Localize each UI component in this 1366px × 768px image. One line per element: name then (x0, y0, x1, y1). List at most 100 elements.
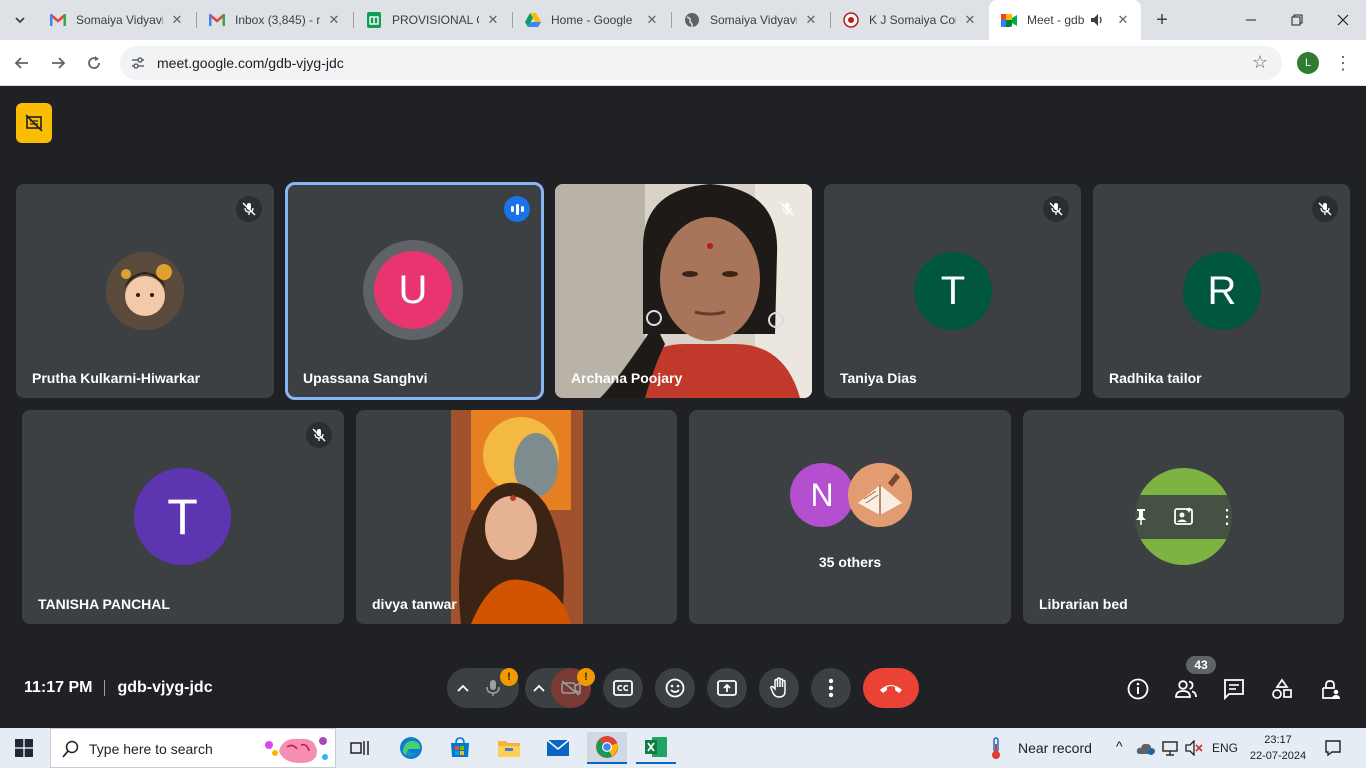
show-hidden-icons-chevron-icon[interactable]: ^ (1116, 738, 1123, 754)
captions-button[interactable] (603, 668, 643, 708)
reload-button[interactable] (82, 51, 106, 75)
address-bar[interactable]: meet.google.com/gdb-vjyg-jdc ☆ (120, 46, 1282, 80)
participant-video-tile[interactable]: divya tanwar (356, 410, 677, 624)
back-button[interactable] (10, 51, 34, 75)
close-tab-icon[interactable]: ✕ (169, 12, 185, 28)
frame-person-icon[interactable] (1172, 503, 1196, 531)
drive-icon (525, 12, 541, 28)
browser-tab-2[interactable]: Inbox (3,845) - n ✕ (197, 0, 352, 40)
mic-warning-badge: ! (500, 668, 518, 686)
search-placeholder: Type here to search (89, 741, 213, 757)
volume-muted-icon[interactable] (1182, 732, 1206, 764)
task-view-button[interactable] (340, 732, 380, 764)
participant-name: Radhika tailor (1109, 370, 1202, 386)
forward-button[interactable] (46, 51, 70, 75)
start-button[interactable] (0, 728, 48, 768)
hand-icon (770, 677, 786, 698)
browser-tab-6[interactable]: K J Somaiya Coll ✕ (831, 0, 988, 40)
avatar-initial: U (374, 251, 452, 329)
browser-tab-5[interactable]: Somaiya Vidyavi ✕ (672, 0, 829, 40)
browser-tab-1[interactable]: Somaiya Vidyavi ✕ (38, 0, 195, 40)
network-icon[interactable] (1158, 732, 1182, 764)
audio-playing-icon[interactable] (1089, 12, 1105, 28)
minimize-button[interactable] (1228, 0, 1274, 40)
participant-tile[interactable]: R Radhika tailor (1093, 184, 1350, 398)
participant-tile[interactable]: ⋮ Librarian bed (1023, 410, 1344, 624)
people-icon (1175, 680, 1197, 698)
close-tab-icon[interactable]: ✕ (803, 12, 819, 28)
windows-taskbar: Type here to search Near record ^ ENG 23… (0, 728, 1366, 768)
people-button[interactable] (1173, 676, 1199, 702)
tile-hover-controls: ⋮ (1119, 495, 1249, 539)
close-tab-icon[interactable]: ✕ (1115, 12, 1131, 28)
pin-icon[interactable] (1129, 505, 1153, 529)
emoji-reaction-button[interactable] (655, 668, 695, 708)
weather-text[interactable]: Near record (1018, 740, 1092, 756)
browser-tab-7-active[interactable]: Meet - gdb- ✕ (989, 0, 1141, 40)
close-window-button[interactable] (1320, 0, 1366, 40)
profile-avatar[interactable]: L (1297, 52, 1319, 74)
college-icon (843, 12, 859, 28)
profile-photo-avatar (848, 463, 912, 527)
meeting-details-button[interactable] (1125, 676, 1151, 702)
leave-call-button[interactable] (863, 668, 919, 708)
input-language[interactable]: ENG (1212, 741, 1238, 755)
restore-button[interactable] (1274, 0, 1320, 40)
system-clock[interactable]: 23:17 22-07-2024 (1248, 732, 1308, 764)
audio-settings-chevron-icon[interactable] (455, 678, 471, 698)
bookmark-star-icon[interactable]: ☆ (1252, 52, 1268, 73)
mail-taskbar-button[interactable] (538, 732, 578, 764)
meeting-time: 11:17 PM (24, 679, 93, 696)
host-controls-badge[interactable] (16, 103, 52, 143)
participant-name: Upassana Sanghvi (303, 370, 428, 386)
others-tile[interactable]: N 35 others (689, 410, 1011, 624)
weather-icon[interactable] (984, 732, 1008, 764)
site-info-icon[interactable] (130, 55, 146, 71)
browser-tab-3[interactable]: PROVISIONAL C ✕ (354, 0, 511, 40)
taskbar-search[interactable]: Type here to search (50, 728, 336, 768)
participant-name: divya tanwar (372, 596, 457, 612)
tab-search-button[interactable] (8, 8, 32, 32)
profile-photo-avatar (106, 252, 184, 330)
notifications-button[interactable] (1318, 732, 1348, 764)
tab-title: K J Somaiya Coll (869, 13, 956, 27)
browser-menu-icon[interactable]: ⋮ (1334, 52, 1352, 74)
tab-title: PROVISIONAL C (392, 13, 479, 27)
excel-taskbar-button[interactable] (636, 732, 676, 764)
more-options-button[interactable] (811, 668, 851, 708)
closed-captions-icon (613, 680, 633, 696)
new-tab-button[interactable]: + (1150, 8, 1174, 32)
edge-taskbar-button[interactable] (391, 732, 431, 764)
camera-video (451, 410, 583, 624)
chrome-taskbar-button[interactable] (587, 732, 627, 764)
onedrive-icon[interactable] (1134, 732, 1158, 764)
meet-stage: Prutha Kulkarni-Hiwarkar U Upassana Sang… (0, 87, 1366, 728)
participant-name: Archana Poojary (571, 370, 683, 386)
participant-video-tile[interactable]: Archana Poojary (555, 184, 812, 398)
participant-name: Librarian bed (1039, 596, 1128, 612)
host-controls-button[interactable] (1317, 676, 1343, 702)
activities-button[interactable] (1269, 676, 1295, 702)
close-tab-icon[interactable]: ✕ (962, 12, 978, 28)
store-taskbar-button[interactable] (440, 732, 480, 764)
gmail-icon (50, 12, 66, 28)
raise-hand-button[interactable] (759, 668, 799, 708)
mic-off-icon (774, 196, 800, 222)
video-settings-chevron-icon[interactable] (531, 678, 547, 698)
tab-title: Meet - gdb- (1027, 13, 1085, 27)
close-tab-icon[interactable]: ✕ (326, 12, 342, 28)
chat-button[interactable] (1221, 676, 1247, 702)
more-options-icon[interactable]: ⋮ (1217, 505, 1237, 529)
excel-icon (645, 737, 667, 757)
hang-up-icon (880, 685, 902, 693)
browser-toolbar: meet.google.com/gdb-vjyg-jdc ☆ L ⋮ (0, 40, 1366, 86)
participant-tile-speaking[interactable]: U Upassana Sanghvi (285, 182, 544, 400)
participant-tile[interactable]: T TANISHA PANCHAL (22, 410, 344, 624)
browser-tab-4[interactable]: Home - Google ✕ (513, 0, 670, 40)
participant-tile[interactable]: T Taniya Dias (824, 184, 1081, 398)
present-screen-button[interactable] (707, 668, 747, 708)
participant-tile[interactable]: Prutha Kulkarni-Hiwarkar (16, 184, 274, 398)
file-explorer-taskbar-button[interactable] (489, 732, 529, 764)
close-tab-icon[interactable]: ✕ (485, 12, 501, 28)
close-tab-icon[interactable]: ✕ (644, 12, 660, 28)
